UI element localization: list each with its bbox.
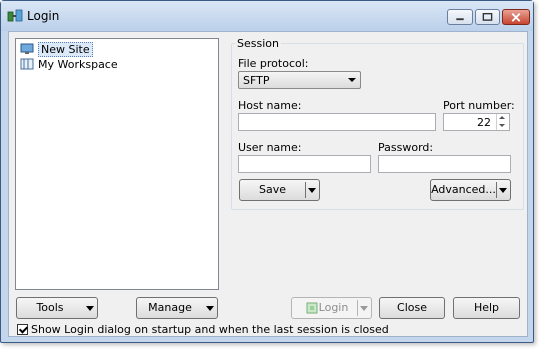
file-protocol-value: SFTP [243, 74, 270, 87]
minimize-button[interactable] [447, 9, 473, 25]
startup-checkbox-row[interactable]: Show Login dialog on startup and when th… [17, 323, 389, 336]
site-item-my-workspace[interactable]: My Workspace [20, 57, 118, 71]
advanced-button[interactable]: Advanced... [430, 179, 511, 201]
dialog-body: New Site My Workspace Session File proto… [8, 31, 528, 337]
password-input[interactable] [378, 155, 511, 173]
port-number-label: Port number: [443, 99, 515, 112]
site-label: New Site [38, 41, 93, 57]
host-name-input[interactable] [238, 113, 436, 131]
user-name-label: User name: [238, 141, 302, 154]
site-label: My Workspace [38, 57, 118, 71]
site-item-new-site[interactable]: New Site [20, 41, 93, 57]
help-label: Help [473, 301, 500, 314]
file-protocol-label: File protocol: [238, 57, 309, 70]
password-label: Password: [378, 141, 434, 154]
chevron-down-icon [348, 78, 356, 82]
save-button[interactable]: Save [239, 179, 320, 201]
close-button[interactable]: Close [379, 297, 445, 319]
manage-label: Manage [148, 301, 192, 314]
chevron-down-icon [86, 306, 94, 311]
user-name-input[interactable] [238, 155, 371, 173]
manage-button[interactable]: Manage [136, 297, 218, 319]
host-name-label: Host name: [238, 99, 302, 112]
monitor-icon [20, 43, 34, 54]
app-icon [7, 9, 23, 22]
login-icon [306, 302, 318, 314]
site-tree[interactable]: New Site My Workspace [15, 38, 219, 290]
session-legend: Session [235, 37, 281, 50]
port-number-value: 22 [477, 116, 491, 129]
window-title: Login [27, 9, 60, 23]
startup-checkbox-label: Show Login dialog on startup and when th… [31, 323, 389, 336]
login-button[interactable]: Login [291, 297, 372, 319]
close-label: Close [397, 301, 427, 314]
port-number-stepper[interactable]: 22 [443, 113, 510, 131]
split-divider [357, 300, 358, 316]
chevron-down-icon[interactable] [499, 188, 507, 193]
tools-label: Tools [36, 301, 64, 314]
file-protocol-select[interactable]: SFTP [238, 71, 361, 89]
help-button[interactable]: Help [453, 297, 520, 319]
maximize-icon [482, 12, 493, 21]
startup-checkbox[interactable] [17, 324, 28, 335]
split-divider [496, 182, 497, 198]
chevron-down-icon [206, 306, 214, 311]
chevron-down-icon [360, 306, 368, 311]
login-window: Login New Site My Workspace Session File… [0, 0, 534, 343]
save-label: Save [258, 183, 286, 196]
workspace-icon [20, 58, 34, 70]
advanced-label: Advanced... [431, 183, 496, 196]
split-divider [305, 182, 306, 198]
title-bar: Login [1, 1, 533, 31]
login-label: Login [318, 301, 349, 314]
spin-up-icon[interactable] [499, 116, 505, 119]
minimize-icon [456, 18, 464, 21]
spin-arrows[interactable] [496, 114, 509, 130]
close-icon [511, 13, 521, 22]
spin-down-icon[interactable] [499, 124, 505, 127]
tools-button[interactable]: Tools [16, 297, 98, 319]
close-window-button[interactable] [502, 9, 530, 25]
maximize-button[interactable] [475, 9, 500, 25]
chevron-down-icon[interactable] [308, 188, 316, 193]
